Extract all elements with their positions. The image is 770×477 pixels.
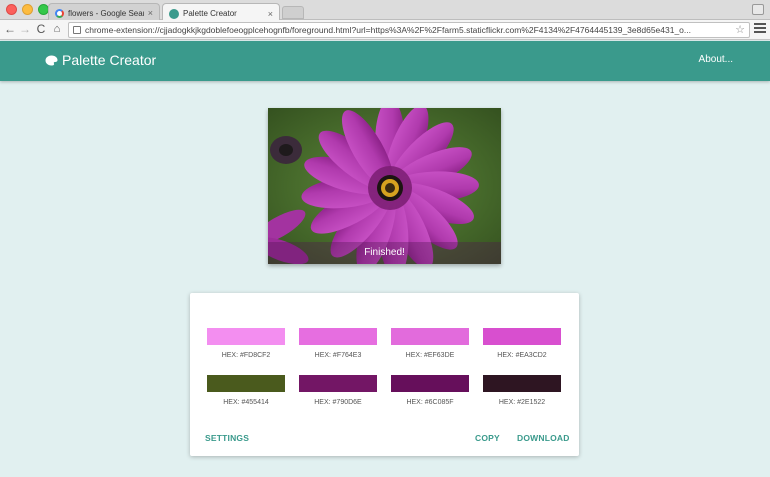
color-swatch[interactable] bbox=[299, 375, 377, 392]
home-icon[interactable]: ⌂ bbox=[50, 22, 64, 37]
hex-label: HEX: #EA3CD2 bbox=[497, 352, 547, 359]
close-window-button[interactable] bbox=[6, 4, 17, 15]
minimize-window-button[interactable] bbox=[22, 4, 33, 15]
color-swatch[interactable] bbox=[483, 328, 561, 345]
app-title: Palette Creator bbox=[62, 52, 157, 68]
palette-icon bbox=[169, 8, 179, 19]
download-button[interactable]: DOWNLOAD bbox=[517, 433, 570, 443]
settings-button[interactable]: SETTINGS bbox=[205, 433, 249, 443]
menu-icon[interactable] bbox=[754, 23, 766, 37]
color-swatch[interactable] bbox=[207, 328, 285, 345]
browser-tab-bar: flowers - Google Search × Palette Creato… bbox=[0, 0, 770, 21]
flower-image bbox=[268, 108, 501, 264]
hex-label: HEX: #EF63DE bbox=[405, 352, 455, 359]
tab-google-search[interactable]: flowers - Google Search × bbox=[48, 3, 160, 20]
palette-card: HEX: #FD8CF2 HEX: #F764E3 HEX: #EF63DE H… bbox=[190, 293, 579, 456]
hex-label: HEX: #F764E3 bbox=[314, 352, 362, 359]
hex-label: HEX: #2E1522 bbox=[498, 399, 546, 406]
copy-button[interactable]: COPY bbox=[475, 433, 500, 443]
browser-toolbar: ← → C ⌂ chrome-extension://cjjadogkkjkgd… bbox=[0, 20, 770, 40]
palette-logo-icon bbox=[45, 55, 58, 66]
address-text: chrome-extension://cjjadogkkjkgdoblefoeo… bbox=[85, 25, 691, 35]
hex-label: HEX: #790D6E bbox=[314, 399, 362, 406]
reload-icon[interactable]: C bbox=[34, 22, 48, 37]
address-bar[interactable]: chrome-extension://cjjadogkkjkgdoblefoeo… bbox=[68, 22, 750, 38]
tab-title: flowers - Google Search bbox=[68, 8, 144, 18]
color-swatch[interactable] bbox=[299, 328, 377, 345]
hex-label: HEX: #6C085F bbox=[406, 399, 454, 406]
bookmark-star-icon[interactable]: ☆ bbox=[735, 23, 745, 37]
app-header: Palette Creator About... bbox=[0, 41, 770, 81]
status-caption: Finished! bbox=[268, 242, 501, 264]
back-arrow-icon[interactable]: ← bbox=[3, 22, 17, 37]
image-preview-card: Finished! bbox=[268, 108, 501, 264]
google-icon bbox=[55, 8, 64, 18]
color-swatch[interactable] bbox=[391, 375, 469, 392]
tab-palette-creator[interactable]: Palette Creator × bbox=[162, 3, 280, 21]
hex-label: HEX: #FD8CF2 bbox=[221, 352, 271, 359]
close-icon[interactable]: × bbox=[148, 8, 153, 18]
tab-title: Palette Creator bbox=[183, 9, 237, 18]
user-profile-icon[interactable] bbox=[752, 4, 764, 15]
color-swatch[interactable] bbox=[391, 328, 469, 345]
page-icon bbox=[73, 26, 81, 34]
hex-label: HEX: #455414 bbox=[223, 399, 269, 406]
close-icon[interactable]: × bbox=[268, 9, 273, 19]
color-swatch[interactable] bbox=[483, 375, 561, 392]
color-swatch[interactable] bbox=[207, 375, 285, 392]
about-link[interactable]: About... bbox=[699, 54, 733, 65]
new-tab-button[interactable] bbox=[282, 6, 304, 19]
forward-arrow-icon[interactable]: → bbox=[18, 22, 32, 37]
